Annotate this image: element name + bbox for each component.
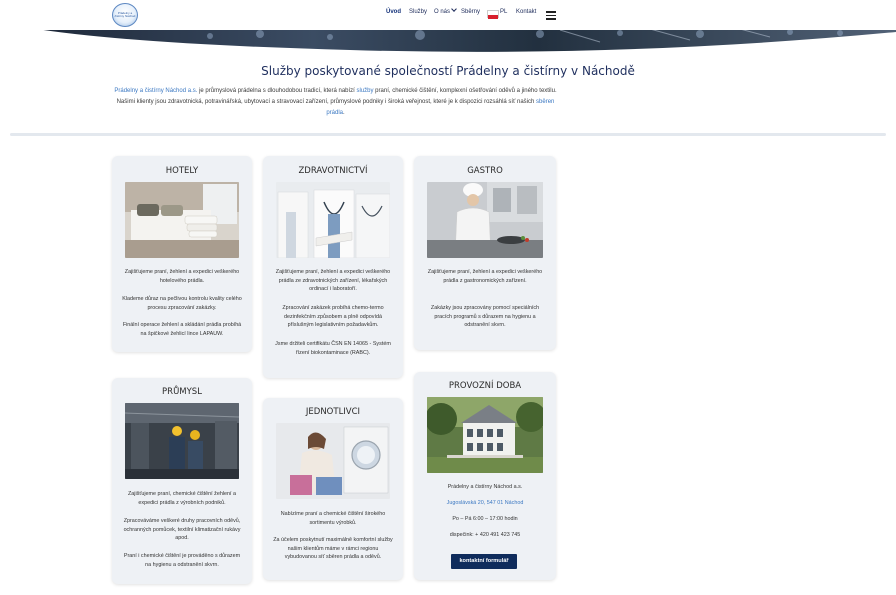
card-text-1: Zajišťujeme praní, žehlení a expedici ve… xyxy=(427,269,543,284)
card-text-2: Zpracováváme veškeré druhy pracovních od… xyxy=(123,518,241,542)
card-text-1: Zajišťujeme praní, žehlení a expedici ve… xyxy=(124,269,240,284)
phone-number: dispečink: + 420 491 423 745 xyxy=(449,532,521,538)
card-text-3: Finální operace žehlení a skládání prádl… xyxy=(122,322,242,337)
card-text-2: Klademe důraz na pečlivou kontrolu kvali… xyxy=(122,296,242,311)
card-hotely: HOTELY Zajišťujeme praní, žehlení a expe… xyxy=(112,156,252,352)
card-prumysl: PRŮMYSL Zajišťujeme praní, chemické čišt… xyxy=(112,378,252,584)
laundry-woman-image xyxy=(276,423,390,499)
card-title: JEDNOTLIVCI xyxy=(305,407,361,417)
doctors-image xyxy=(276,182,390,258)
card-title: PROVOZNÍ DOBA xyxy=(448,381,522,391)
services-link[interactable]: služby xyxy=(357,88,374,94)
nav-item-uvod[interactable]: Úvod xyxy=(386,9,401,15)
site-header: Prádelny a čistírny Náchod Úvod Služby O… xyxy=(0,0,896,30)
hero-banner xyxy=(0,28,896,54)
card-text-2: Zpracování zakázek probíhá chemo-termo d… xyxy=(282,305,384,329)
card-provozni-doba: PROVOZNÍ DOBA Prádelny a čistírny Náchod… xyxy=(414,372,556,580)
intro-text-3: . xyxy=(343,110,345,116)
nav-item-sluzby[interactable]: Služby xyxy=(409,9,427,15)
industry-workers-image xyxy=(125,403,239,479)
card-zdravotnictvi: ZDRAVOTNICTVÍ Zajišťujeme praní, žehlení… xyxy=(263,156,403,378)
card-text-2: Za účelem poskytnutí maximálně komfortní… xyxy=(273,537,393,561)
card-text-1: Zajišťujeme praní, žehlení a expedici ve… xyxy=(275,269,391,293)
chevron-down-icon xyxy=(451,6,457,12)
card-gastro: GASTRO Zajišťujeme praní, žehlení a expe… xyxy=(414,156,556,350)
building-image xyxy=(427,397,543,473)
opening-hours: Po – Pá 6:00 – 17:00 hodin xyxy=(452,516,518,522)
card-jednotlivci: JEDNOTLIVCI Nabízíme praní a chemické či… xyxy=(263,398,403,580)
card-text-3: Praní i chemické čištění je prováděno s … xyxy=(123,553,241,568)
nav-item-sberny[interactable]: Sběrny xyxy=(461,9,480,15)
card-title: GASTRO xyxy=(467,166,503,176)
nav-item-o-nas-label: O nás xyxy=(434,9,451,15)
intro-text: Prádelny a čistírny Náchod a.s. je průmy… xyxy=(112,86,559,119)
card-title: ZDRAVOTNICTVÍ xyxy=(298,166,368,176)
card-text-2: Zakázky jsou zpracovány pomocí speciální… xyxy=(430,305,540,329)
card-title: HOTELY xyxy=(165,166,199,176)
address-row: Jugoslávská 20, 547 01 Náchod xyxy=(424,499,546,508)
menu-icon[interactable] xyxy=(546,11,556,22)
company-name: Prádelny a čistírny Náchod a.s. xyxy=(447,484,523,490)
hotel-bed-image xyxy=(125,182,239,258)
card-text-3: Jsme držiteli certifikátu ČSN EN 14065 -… xyxy=(275,341,391,356)
intro-text-1: je průmyslová prádelna s dlouhodobou tra… xyxy=(197,88,357,94)
chef-image xyxy=(427,182,543,258)
address-link[interactable]: Jugoslávská 20, 547 01 Náchod xyxy=(447,500,524,506)
contact-form-button[interactable]: kontaktní formulář xyxy=(451,554,517,569)
logo-text: Prádelny a čistírny Náchod xyxy=(114,11,136,18)
section-divider xyxy=(10,133,886,136)
nav-item-pl[interactable]: PL xyxy=(500,9,507,15)
nav-item-o-nas[interactable]: O nás xyxy=(434,6,457,15)
card-text-1: Nabízíme praní a chemické čištění široké… xyxy=(280,511,386,526)
card-text-1: Zajišťujeme praní, chemické čištění žehl… xyxy=(127,491,237,506)
poland-flag-icon[interactable] xyxy=(487,10,499,19)
site-logo[interactable]: Prádelny a čistírny Náchod xyxy=(112,3,138,27)
nav-item-kontakt[interactable]: Kontakt xyxy=(516,9,536,15)
company-link[interactable]: Prádelny a čistírny Náchod a.s. xyxy=(114,88,197,94)
page-title: Služby poskytované společností Prádelny … xyxy=(261,64,635,78)
card-title: PRŮMYSL xyxy=(162,387,202,397)
